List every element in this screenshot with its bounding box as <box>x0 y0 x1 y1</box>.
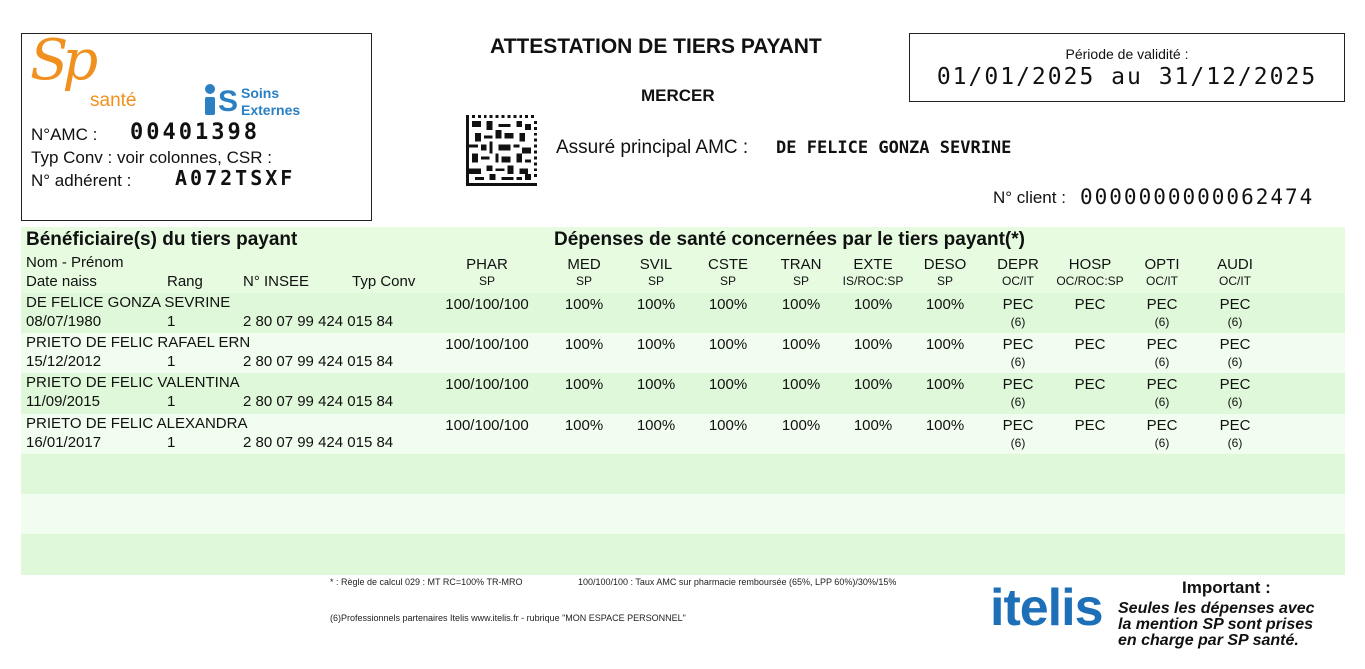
beneficiary-birthdate: 11/09/2015 <box>26 393 100 411</box>
logo-sante-text: santé <box>90 90 137 111</box>
col-header-code: AUDI <box>1217 256 1253 273</box>
coverage-note: (6) <box>1227 355 1243 370</box>
beneficiary-birthdate: 16/01/2017 <box>26 433 102 451</box>
adherent-value: A072TSXF <box>175 166 296 190</box>
footnote-rule: * : Règle de calcul 029 : MT RC=100% TR-… <box>330 577 523 587</box>
important-title: Important : <box>1182 578 1271 597</box>
coverage-note: (6) <box>1010 315 1026 329</box>
logo-externes-text: Externes <box>241 102 301 118</box>
coverage-note: (6) <box>1227 315 1243 329</box>
coverage-value: PEC <box>1219 376 1251 394</box>
footnote-partners: (6)Professionnels partenaires Itelis www… <box>330 613 686 623</box>
assure-name: DE FELICE GONZA SEVRINE <box>776 138 1012 158</box>
beneficiary-rang: 1 <box>167 393 176 411</box>
col-rang: Rang <box>167 273 203 290</box>
beneficiary-rang: 1 <box>167 353 176 371</box>
sp-sante-logo: Sp santé <box>28 28 148 116</box>
typ-conv-label: Typ Conv : voir colonnes, CSR : <box>31 148 272 167</box>
coverage-value: 100/100/100 <box>445 336 529 354</box>
soins-externes-logo: S Soins Externes <box>203 84 313 120</box>
coverage-value: 100/100/100 <box>445 296 529 313</box>
validity-dates: 01/01/2025 au 31/12/2025 <box>936 64 1318 90</box>
coverage-value: PEC <box>1219 416 1251 434</box>
depenses-title: Dépenses de santé concernées par le tier… <box>554 229 1025 250</box>
beneficiary-insee: 2 80 07 99 424 015 84 <box>243 353 394 371</box>
table-row-band <box>21 453 1345 495</box>
beneficiary-rang: 1 <box>167 433 176 451</box>
beneficiary-name: PRIETO DE FELIC VALENTINA <box>26 374 240 392</box>
beneficiary-name: PRIETO DE FELIC RAFAEL ERN <box>26 334 251 352</box>
beneficiary-insee: 2 80 07 99 424 015 84 <box>243 393 394 411</box>
beneficiary-birthdate: 15/12/2012 <box>26 353 102 371</box>
table-row-band <box>21 534 1345 575</box>
coverage-value: 100/100/100 <box>445 416 529 434</box>
table-row-band <box>21 494 1345 535</box>
logo-sp-text: Sp <box>30 28 98 93</box>
coverage-note: (6) <box>1010 395 1026 410</box>
amc-value: 00401398 <box>130 120 260 145</box>
col-header-sub: OC/IT <box>1219 274 1251 288</box>
coverage-note: (6) <box>1227 435 1243 450</box>
beneficiary-name: DE FELICE GONZA SEVRINE <box>26 294 231 311</box>
itelis-logo: itelis <box>990 579 1103 637</box>
validity-label: Période de validité : <box>1065 46 1189 62</box>
adherent-label: N° adhérent : <box>31 171 132 190</box>
coverage-value: PEC <box>1219 296 1251 313</box>
col-insee: N° INSEE <box>243 273 310 290</box>
document-title: ATTESTATION DE TIERS PAYANT <box>490 35 822 58</box>
col-header-sub: SP <box>478 274 495 288</box>
coverage-note: (6) <box>1227 395 1243 410</box>
coverage-note: (6) <box>1010 435 1026 450</box>
important-line-3: en charge par SP santé. <box>1118 632 1299 649</box>
logo-i-mark <box>203 84 217 118</box>
col-nom-prenom: Nom - Prénom <box>26 254 124 271</box>
client-number: 0000000000062474 <box>1080 185 1315 209</box>
coverage-value: 100/100/100 <box>445 376 529 394</box>
col-date-naiss: Date naiss <box>26 273 97 290</box>
beneficiary-insee: 2 80 07 99 424 015 84 <box>243 433 394 451</box>
coverage-value: PEC <box>1219 336 1251 354</box>
beneficiary-name: PRIETO DE FELIC ALEXANDRA <box>26 414 248 432</box>
footnote-pharmacy: 100/100/100 : Taux AMC sur pharmacie rem… <box>578 577 897 587</box>
col-header-code: PHAR <box>466 256 508 273</box>
coverage-note: (6) <box>1010 355 1026 370</box>
beneficiary-insee: 2 80 07 99 424 015 84 <box>243 313 394 330</box>
col-typ-conv: Typ Conv <box>352 273 416 290</box>
beneficiary-birthdate: 08/07/1980 <box>26 313 102 330</box>
assure-label: Assuré principal AMC : <box>556 137 749 158</box>
beneficiaires-title: Bénéficiaire(s) du tiers payant <box>26 229 298 250</box>
client-label: N° client : <box>993 188 1066 207</box>
logo-s-letter: S <box>218 85 239 118</box>
organization-name: MERCER <box>641 86 715 105</box>
beneficiary-rang: 1 <box>167 313 176 330</box>
logo-soins-text: Soins <box>241 85 280 101</box>
datamatrix-code-icon <box>466 115 537 186</box>
amc-label: N°AMC : <box>31 125 98 144</box>
